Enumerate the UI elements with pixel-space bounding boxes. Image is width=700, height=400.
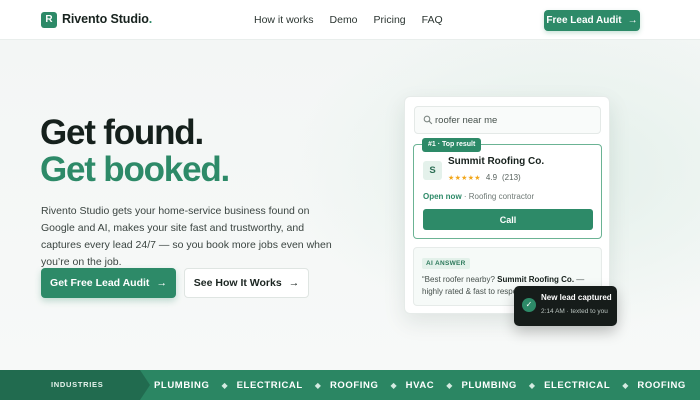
- hero-title-line2: Get booked.: [40, 150, 230, 189]
- industry-item: ROOFING: [637, 379, 686, 391]
- see-how-it-works-label: See How It Works: [193, 277, 282, 289]
- business-name: Summit Roofing Co.: [448, 156, 545, 167]
- nav-links: How it works Demo Pricing FAQ: [254, 14, 443, 26]
- business-status: Open now · Roofing contractor: [423, 192, 534, 201]
- chevron-right-shape: [140, 370, 150, 400]
- brand-name[interactable]: Rivento Studio.: [62, 12, 152, 26]
- nav-link-demo[interactable]: Demo: [330, 14, 358, 26]
- industry-item: PLUMBING: [154, 379, 210, 391]
- arrow-right-icon: →: [156, 277, 167, 289]
- nav-link-how-it-works[interactable]: How it works: [254, 14, 314, 26]
- business-avatar: S: [423, 161, 442, 180]
- ai-answer-business: Summit Roofing Co.: [497, 275, 575, 284]
- diamond-icon: ◆: [446, 380, 453, 390]
- industry-item: ELECTRICAL: [544, 379, 611, 391]
- call-button[interactable]: Call: [423, 209, 593, 230]
- review-count: (213): [502, 173, 521, 182]
- nav-link-pricing[interactable]: Pricing: [374, 14, 406, 26]
- top-nav: R Rivento Studio. How it works Demo Pric…: [0, 0, 700, 40]
- ai-answer-quote: “Best roofer nearby?: [422, 275, 498, 284]
- industry-item: ROOFING: [329, 379, 379, 391]
- industries-list: PLUMBING ◆ ELECTRICAL ◆ ROOFING ◆ HVAC ◆…: [154, 370, 686, 400]
- brand-name-text: Rivento Studio: [62, 12, 149, 26]
- hero-lead: Rivento Studio gets your home-service bu…: [41, 205, 332, 268]
- toast-subtitle: 2:14 AM · texted to you: [541, 308, 608, 315]
- search-icon: [423, 115, 433, 125]
- arrow-right-icon: →: [288, 277, 300, 289]
- diamond-icon: ◆: [390, 380, 397, 390]
- get-free-lead-audit-label: Get Free Lead Audit: [50, 277, 150, 289]
- star-rating-icon: ★★★★★: [448, 174, 481, 182]
- nav-link-faq[interactable]: FAQ: [422, 14, 443, 26]
- arrow-right-icon: →: [627, 15, 638, 26]
- logo-icon[interactable]: R: [41, 12, 57, 28]
- search-query: roofer near me: [435, 115, 498, 126]
- open-now-status: Open now: [423, 192, 462, 201]
- diamond-icon: ◆: [221, 380, 228, 390]
- check-icon: ✓: [522, 298, 536, 312]
- diamond-icon: ◆: [314, 380, 321, 390]
- industry-item: ELECTRICAL: [236, 379, 303, 391]
- brand-dot: .: [148, 12, 153, 26]
- get-free-lead-audit-button[interactable]: Get Free Lead Audit →: [41, 268, 176, 298]
- hero-title-line1: Get found.: [40, 113, 204, 152]
- top-result-badge: #1 · Top result: [422, 138, 482, 152]
- search-result-mockup: roofer near me #1 · Top result S Summit …: [404, 96, 610, 314]
- diamond-icon: ◆: [528, 380, 536, 390]
- industry-item: HVAC: [405, 379, 435, 391]
- rating-value: 4.9: [485, 173, 498, 182]
- toast-title: New lead captured: [541, 293, 612, 302]
- diamond-icon: ◆: [622, 380, 629, 390]
- industry-item: PLUMBING: [461, 379, 517, 391]
- ai-answer-label: AI ANSWER: [422, 258, 470, 269]
- business-category: · Roofing contractor: [461, 192, 535, 201]
- search-bar: roofer near me: [414, 106, 601, 134]
- see-how-it-works-button[interactable]: See How It Works →: [184, 268, 309, 298]
- rating-row: ★★★★★ 4.9 (213): [448, 173, 521, 182]
- industries-strip: INDUSTRIES SERVED PLUMBING ◆ ELECTRICAL …: [0, 370, 700, 400]
- free-lead-audit-label: Free Lead Audit: [546, 15, 622, 26]
- free-lead-audit-button[interactable]: Free Lead Audit →: [544, 10, 640, 31]
- lead-captured-toast: ✓ New lead captured 2:14 AM · texted to …: [514, 286, 617, 326]
- top-result-card: #1 · Top result S Summit Roofing Co. ★★★…: [413, 138, 602, 239]
- industries-label: INDUSTRIES SERVED: [0, 370, 140, 400]
